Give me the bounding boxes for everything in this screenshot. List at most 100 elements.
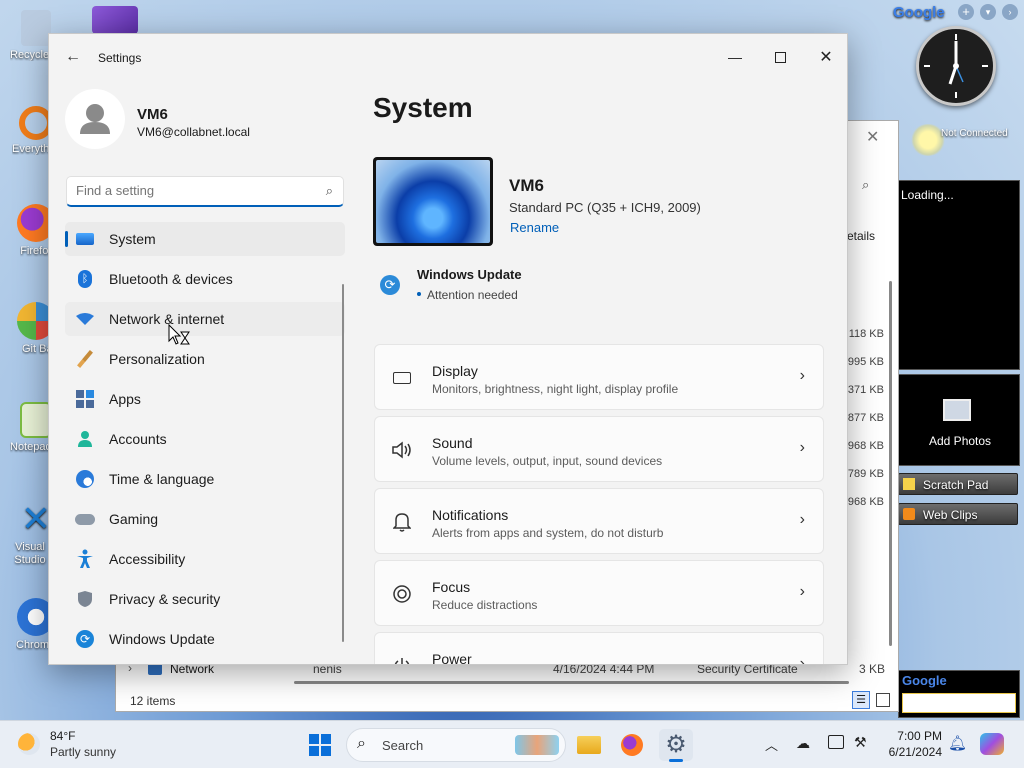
device-model: Standard PC (Q35 + ICH9, 2009) (509, 200, 701, 215)
taskbar-date: 6/21/2024 (888, 745, 942, 759)
nav-scrollbar[interactable] (342, 284, 344, 642)
google-search-gadget[interactable]: Google (898, 670, 1020, 718)
card-title: Power (432, 651, 472, 665)
add-photos-label: Add Photos (929, 434, 992, 448)
network-tray-icon[interactable]: ☁ (796, 735, 810, 752)
tiles-view-icon[interactable] (876, 693, 890, 707)
accessibility-icon (75, 549, 95, 568)
card-subtitle: Monitors, brightness, night light, displ… (432, 382, 679, 396)
photos-gadget[interactable]: Add Photos (898, 374, 1020, 466)
minimize-button[interactable]: — (712, 42, 758, 72)
windows-update-status[interactable]: ⟳ Windows Update Attention needed (373, 262, 633, 306)
notification-bell-icon[interactable]: 🔔︎ (948, 734, 967, 752)
start-button[interactable] (303, 729, 337, 761)
nav-item-label: Windows Update (109, 631, 215, 647)
google-search-input[interactable] (902, 693, 1016, 713)
desktop-icon-label: Visual Studio Code (14, 541, 46, 566)
show-hidden-icons-chevron-icon[interactable]: ︿ (765, 735, 778, 754)
nav-item-bluetooth[interactable]: ᛒ Bluetooth & devices (65, 262, 345, 296)
nav-item-accounts[interactable]: Accounts (65, 422, 345, 456)
card-subtitle: Volume levels, output, input, sound devi… (432, 454, 663, 468)
user-avatar[interactable] (65, 89, 125, 149)
windows-bloom-wallpaper-icon (376, 160, 490, 243)
focus-card[interactable]: Focus Reduce distractions › (374, 560, 824, 626)
power-card[interactable]: Power › (374, 632, 824, 665)
nav-item-time-language[interactable]: Time & language (65, 462, 345, 496)
nav-item-personalization[interactable]: Personalization (65, 342, 345, 376)
gamepad-icon (75, 510, 95, 528)
details-view-icon[interactable]: ☰ (852, 691, 870, 709)
settings-window[interactable]: ← Settings — ✕ VM6 VM6@collabnet.local ⌕… (48, 33, 848, 665)
paintbrush-icon (75, 350, 95, 368)
power-icon (391, 655, 413, 664)
clock-area[interactable]: 7:00 PM 6/21/2024 (870, 727, 942, 763)
sound-card[interactable]: Sound Volume levels, output, input, soun… (374, 416, 824, 482)
explorer-search-icon[interactable]: ⌕ (862, 177, 869, 193)
nav-item-label: Gaming (109, 511, 159, 527)
device-name: VM6 (509, 176, 544, 195)
taskbar-search[interactable]: ⌕ Search (346, 728, 566, 762)
file-explorer-taskbar-button[interactable] (572, 729, 606, 761)
nav-item-privacy[interactable]: Privacy & security (65, 582, 345, 616)
tray-app-icon[interactable] (828, 735, 844, 749)
notifications-card[interactable]: Notifications Alerts from apps and syste… (374, 488, 824, 554)
tray-tool-icon[interactable]: ⚒ (854, 734, 867, 751)
nav-item-label: Bluetooth & devices (109, 271, 233, 287)
explorer-scrollbar[interactable] (889, 281, 892, 646)
search-icon: ⌕ (357, 735, 366, 752)
nav-item-apps[interactable]: Apps (65, 382, 345, 416)
gadget-scroll-icon[interactable]: › (1002, 4, 1018, 20)
gadget-add-icon[interactable]: + (958, 4, 974, 20)
visual-studio-icon[interactable] (92, 6, 138, 34)
person-avatar-icon (80, 104, 110, 134)
web-clips-label: Web Clips (923, 508, 978, 522)
title-bar[interactable]: ← Settings — ✕ (49, 34, 847, 80)
weather-widget[interactable]: 84°F Partly sunny (14, 727, 134, 763)
settings-search-box[interactable]: ⌕ (66, 176, 344, 207)
taskbar: 84°F Partly sunny ⌕ Search ⚙ ︿ ☁ ⚒ 7:00 … (0, 720, 1024, 768)
search-input[interactable] (76, 183, 306, 198)
nav-item-windows-update[interactable]: ⟳ Windows Update (65, 622, 345, 656)
nav-item-accessibility[interactable]: Accessibility (65, 542, 345, 576)
maximize-button[interactable] (757, 42, 803, 72)
wifi-icon (75, 310, 95, 328)
nav-item-network[interactable]: Network & internet (65, 302, 345, 336)
firefox-taskbar-button[interactable] (615, 729, 649, 761)
display-icon (391, 367, 413, 389)
globe-clock-icon (75, 470, 95, 488)
update-icon: ⟳ (75, 630, 95, 648)
web-clips-button[interactable]: Web Clips (898, 503, 1018, 525)
item-count: 12 items (130, 694, 176, 708)
back-arrow-icon[interactable]: ← (65, 48, 81, 66)
card-subtitle: Alerts from apps and system, do not dist… (432, 526, 664, 540)
nav-item-label: Personalization (109, 351, 205, 367)
explorer-details-label: etails (847, 229, 876, 243)
chevron-right-icon: › (799, 511, 805, 528)
clock-face-icon (924, 34, 988, 98)
explorer-close-icon[interactable]: ✕ (866, 127, 879, 147)
chevron-right-icon: › (799, 583, 805, 600)
user-email: VM6@collabnet.local (137, 125, 250, 139)
nav-item-label: Accessibility (109, 551, 186, 567)
shield-icon (75, 590, 95, 608)
windows-logo-icon (309, 734, 331, 756)
copilot-icon[interactable] (980, 733, 1004, 755)
weather-temp: 84°F (50, 729, 76, 743)
search-icon[interactable]: ⌕ (326, 183, 333, 199)
firefox-icon (621, 734, 643, 756)
nav-item-gaming[interactable]: Gaming (65, 502, 345, 536)
chevron-right-icon: › (799, 655, 805, 665)
page-title: System (373, 92, 473, 123)
scratch-pad-button[interactable]: Scratch Pad (898, 473, 1018, 495)
nav-item-label: Time & language (109, 471, 215, 487)
scratch-pad-label: Scratch Pad (923, 478, 989, 492)
nav-item-system[interactable]: System (65, 222, 345, 256)
display-card[interactable]: Display Monitors, brightness, night ligh… (374, 344, 824, 410)
settings-taskbar-button[interactable]: ⚙ (659, 729, 693, 762)
rename-link[interactable]: Rename (510, 220, 559, 235)
explorer-hscrollbar[interactable] (294, 681, 849, 684)
gadget-menu-icon[interactable]: ▾ (980, 4, 996, 20)
close-button[interactable]: ✕ (803, 42, 847, 72)
update-status-icon: ⟳ (380, 275, 400, 295)
person-icon (75, 430, 95, 448)
